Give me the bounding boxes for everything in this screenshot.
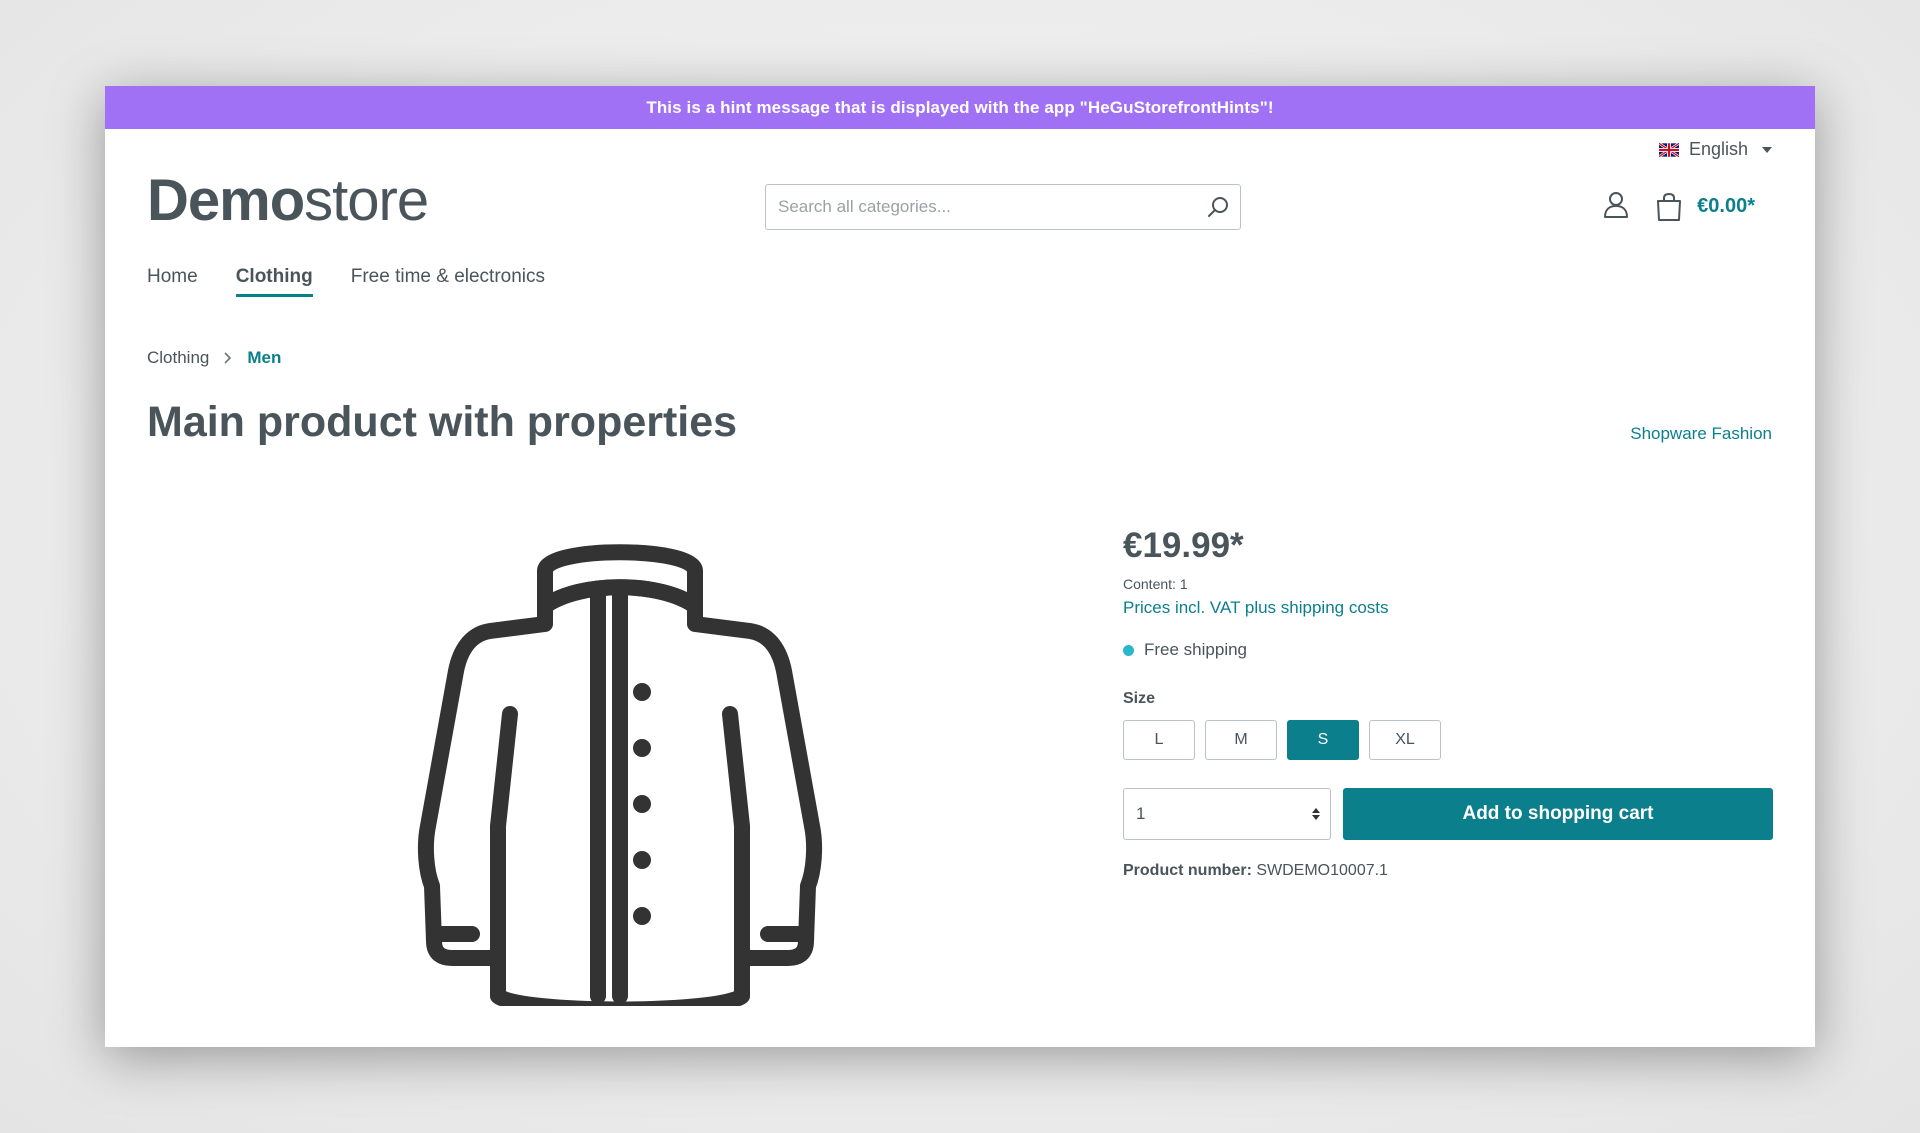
search-input[interactable] bbox=[766, 197, 1196, 217]
search-icon bbox=[1208, 197, 1228, 217]
delivery-text: Free shipping bbox=[1144, 640, 1248, 659]
user-icon bbox=[1604, 192, 1629, 218]
size-label: Size bbox=[1123, 690, 1156, 707]
nav-item-home[interactable]: Home bbox=[147, 266, 198, 297]
store-logo[interactable]: Demostore bbox=[147, 172, 429, 230]
caret-down-icon bbox=[1762, 146, 1772, 153]
logo-light: store bbox=[304, 168, 429, 233]
product-number-value: SWDEMO10007.1 bbox=[1256, 862, 1388, 879]
language-label: English bbox=[1688, 139, 1748, 159]
product-title: Main product with properties bbox=[147, 398, 738, 446]
quantity-value: 1 bbox=[1136, 804, 1146, 823]
nav-item-free-time-electronics[interactable]: Free time & electronics bbox=[351, 266, 545, 297]
size-option-l[interactable]: L bbox=[1123, 720, 1195, 760]
cart-button[interactable]: €0.00* bbox=[1655, 192, 1755, 222]
buy-box: €19.99* Content: 1 Prices incl. VAT plus… bbox=[1123, 526, 1773, 880]
browser-window: This is a hint message that is displayed… bbox=[105, 86, 1815, 1047]
language-switcher[interactable]: English bbox=[1658, 139, 1772, 160]
breadcrumb: Clothing Men bbox=[147, 348, 281, 368]
hint-message: This is a hint message that is displayed… bbox=[646, 97, 1274, 117]
size-options: L M S XL bbox=[1123, 720, 1773, 760]
breadcrumb-item-clothing[interactable]: Clothing bbox=[147, 348, 209, 368]
breadcrumb-item-men[interactable]: Men bbox=[247, 348, 281, 368]
delivery-status-dot bbox=[1123, 644, 1134, 656]
buy-row: 1 Add to shopping cart bbox=[1123, 788, 1773, 840]
logo-bold: Demo bbox=[147, 168, 305, 233]
hint-banner: This is a hint message that is displayed… bbox=[105, 86, 1815, 129]
header-actions: €0.00* bbox=[1603, 190, 1755, 223]
size-option-m[interactable]: M bbox=[1205, 720, 1277, 760]
shirt-icon bbox=[417, 544, 823, 1018]
select-arrows-icon bbox=[1312, 808, 1320, 820]
search-box bbox=[765, 184, 1241, 230]
shopping-bag-icon bbox=[1657, 192, 1682, 221]
product-number-label: Product number: bbox=[1123, 862, 1252, 879]
delivery-info: Free shipping bbox=[1123, 640, 1773, 660]
chevron-right-icon bbox=[224, 352, 232, 364]
product-price: €19.99* bbox=[1123, 526, 1244, 565]
tax-shipping-link[interactable]: Prices incl. VAT plus shipping costs bbox=[1123, 598, 1773, 618]
nav-item-clothing[interactable]: Clothing bbox=[235, 266, 313, 297]
search-button[interactable] bbox=[1196, 185, 1240, 229]
account-button[interactable] bbox=[1603, 190, 1629, 223]
size-option-xl[interactable]: XL bbox=[1369, 720, 1441, 760]
add-to-cart-button[interactable]: Add to shopping cart bbox=[1343, 788, 1773, 840]
product-image[interactable] bbox=[400, 526, 840, 1018]
content-info: Content: 1 bbox=[1123, 576, 1188, 592]
manufacturer-link[interactable]: Shopware Fashion bbox=[1630, 424, 1772, 444]
main-navigation: Home Clothing Free time & electronics bbox=[147, 266, 545, 297]
size-option-s[interactable]: S bbox=[1287, 720, 1359, 760]
uk-flag-icon bbox=[1658, 142, 1679, 157]
product-number: Product number: SWDEMO10007.1 bbox=[1123, 862, 1773, 880]
quantity-select[interactable]: 1 bbox=[1123, 788, 1331, 840]
cart-total: €0.00* bbox=[1697, 195, 1755, 217]
